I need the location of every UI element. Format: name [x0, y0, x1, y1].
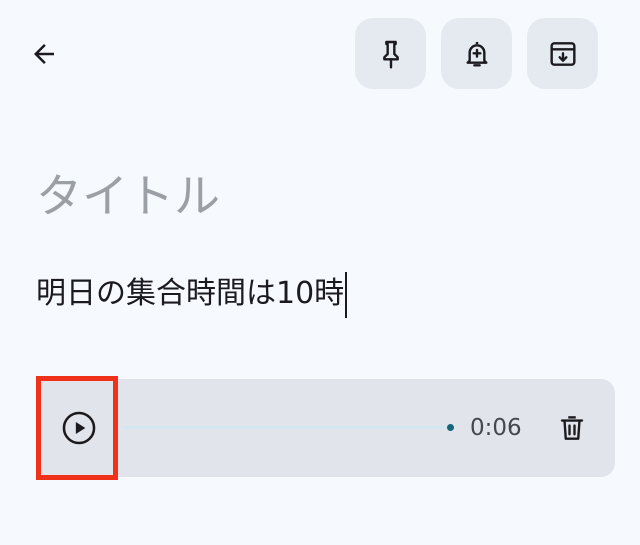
pin-icon [382, 40, 399, 69]
play-circle-icon [62, 411, 96, 445]
bell-plus-icon [465, 41, 488, 67]
text-cursor [345, 271, 348, 318]
audio-progress-handle[interactable] [447, 424, 454, 431]
pin-button[interactable] [355, 18, 426, 89]
arrow-back-icon [34, 44, 54, 64]
audio-duration: 0:06 [470, 415, 522, 441]
note-body[interactable]: 明日の集合時間は10時 [36, 270, 348, 318]
archive-button[interactable] [527, 18, 598, 89]
audio-progress-track[interactable] [122, 426, 452, 429]
play-button[interactable] [36, 379, 122, 477]
reminder-button[interactable] [441, 18, 512, 89]
title-input[interactable] [36, 160, 596, 232]
back-button[interactable] [20, 30, 68, 78]
archive-icon [549, 41, 576, 66]
top-action-bar [355, 18, 598, 89]
delete-audio-button[interactable] [548, 404, 596, 452]
note-body-text: 明日の集合時間は10時 [36, 276, 345, 311]
audio-recording-card: 0:06 [36, 379, 615, 477]
trash-icon [560, 416, 584, 440]
